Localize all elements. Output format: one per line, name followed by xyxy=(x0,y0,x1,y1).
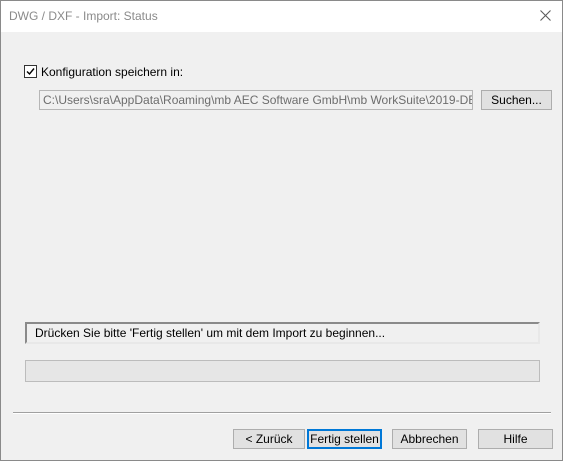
back-button[interactable]: < Zurück xyxy=(233,429,305,449)
help-button[interactable]: Hilfe xyxy=(478,429,553,449)
status-message: Drücken Sie bitte 'Fertig stellen' um mi… xyxy=(25,322,540,344)
cancel-button[interactable]: Abbrechen xyxy=(392,429,467,449)
progress-bar xyxy=(25,360,540,382)
window-title: DWG / DXF - Import: Status xyxy=(9,9,158,23)
footer-separator xyxy=(13,412,551,414)
browse-button[interactable]: Suchen... xyxy=(481,90,552,110)
import-status-dialog: DWG / DXF - Import: Status Konfiguration… xyxy=(0,0,563,461)
title-bar: DWG / DXF - Import: Status xyxy=(1,1,562,32)
close-button[interactable] xyxy=(528,1,562,32)
save-config-checkbox[interactable] xyxy=(24,65,37,78)
config-path-field[interactable]: C:\Users\sra\AppData\Roaming\mb AEC Soft… xyxy=(39,90,473,110)
save-config-label[interactable]: Konfiguration speichern in: xyxy=(41,65,183,79)
save-config-row: Konfiguration speichern in: xyxy=(24,64,183,79)
finish-button[interactable]: Fertig stellen xyxy=(307,429,382,449)
close-icon xyxy=(539,9,551,24)
